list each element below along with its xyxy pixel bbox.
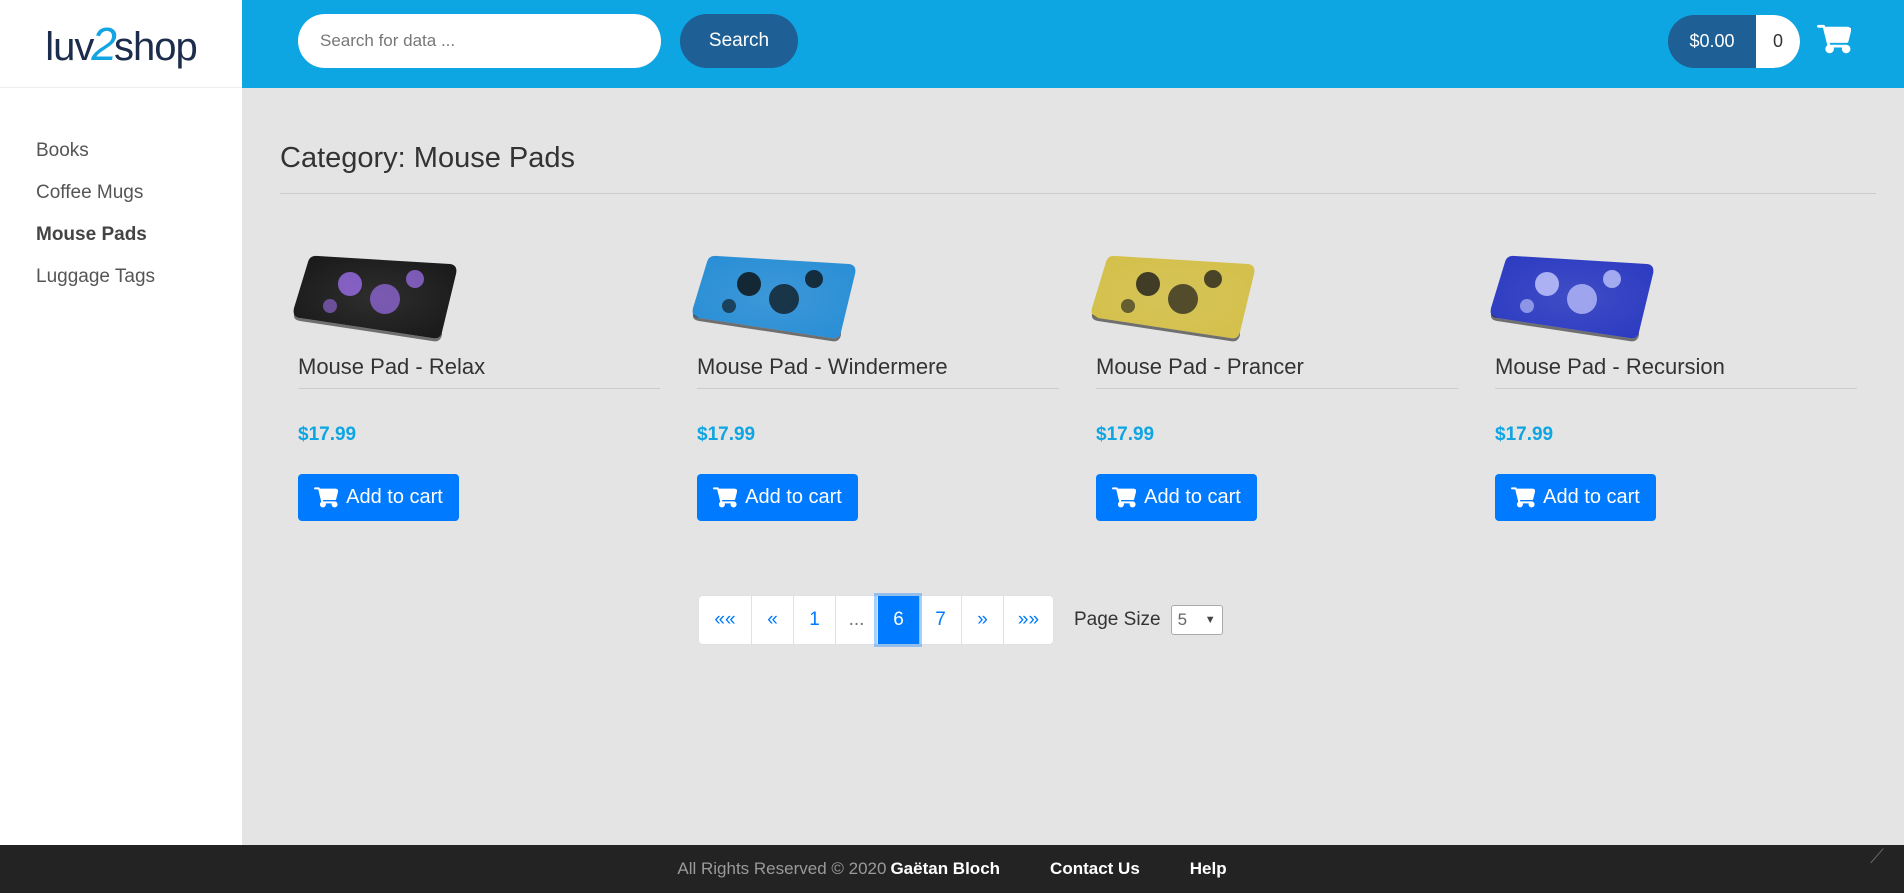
page-size-select[interactable]: 5 ▼ [1170,605,1223,635]
cart-icon [713,486,738,507]
cart-status[interactable]: $0.00 0 [1668,15,1800,68]
page-title: Category: Mouse Pads [280,142,1876,194]
cart-icon [1112,486,1137,507]
cart-total: $0.00 [1668,15,1756,68]
product-name[interactable]: Mouse Pad - Prancer [1096,354,1458,389]
add-to-cart-button[interactable]: Add to cart [697,474,858,521]
page-7[interactable]: 7 [919,596,961,644]
product-image[interactable] [689,234,859,344]
page-prev[interactable]: « [751,596,793,644]
footer: All Rights Reserved © 2020 Gaëtan Bloch … [0,845,1904,893]
sidebar-item-mouse-pads[interactable]: Mouse Pads [36,224,242,266]
main-content: Category: Mouse Pads Mouse Pad - Relax $… [280,88,1876,534]
footer-contact-link[interactable]: Contact Us [1050,859,1140,879]
sidebar-item-books[interactable]: Books [36,140,242,182]
product-price: $17.99 [298,424,357,445]
page-1[interactable]: 1 [793,596,835,644]
product-price: $17.99 [1096,424,1155,445]
page-size-label: Page Size [1074,609,1161,630]
product-name[interactable]: Mouse Pad - Windermere [697,354,1059,389]
shopping-cart-icon[interactable] [1817,24,1851,56]
product-image[interactable] [290,234,460,344]
add-to-cart-label: Add to cart [1543,486,1640,508]
resize-handle-icon: ⟋ [1870,846,1884,868]
pagination-row: «« «1... 6 7»»» Page Size 5 ▼ [698,595,1223,645]
product-price: $17.99 [1495,424,1554,445]
cart-icon [1511,486,1536,507]
footer-copyright: All Rights Reserved © 2020 [677,859,887,878]
page-6[interactable]: 6 [877,596,919,644]
sidebar: luv 2 shop Books Coffee Mugs Mouse Pads Lugga… [0,0,242,845]
add-to-cart-button[interactable]: Add to cart [298,474,459,521]
search-button[interactable]: Search [680,14,798,68]
footer-help-link[interactable]: Help [1190,859,1227,879]
page-size-value: 5 [1177,610,1188,629]
add-to-cart-label: Add to cart [745,486,842,508]
dropdown-arrow-icon: ▼ [1204,614,1216,626]
page-next[interactable]: » [961,596,1003,644]
header: Search $0.00 0 [242,0,1904,88]
pagination: «« «1... 6 7»»» [698,595,1054,645]
logo-text-two: 2 [91,17,117,70]
add-to-cart-label: Add to cart [346,486,443,508]
add-to-cart-button[interactable]: Add to cart [1495,474,1656,521]
product-image[interactable] [1088,234,1258,344]
logo-text-right: shop [113,24,198,69]
footer-author: Gaëtan Bloch [890,859,1001,878]
search-input[interactable] [298,14,661,68]
add-to-cart-label: Add to cart [1144,486,1241,508]
product-image[interactable] [1487,234,1657,344]
cart-quantity: 0 [1756,15,1800,68]
sidebar-item-luggage-tags[interactable]: Luggage Tags [36,266,242,308]
product-price: $17.99 [697,424,756,445]
product-name[interactable]: Mouse Pad - Recursion [1495,354,1857,389]
product-grid: Mouse Pad - Relax $17.99 Add to cart Mou… [280,194,1876,534]
page-last[interactable]: »» [1003,596,1053,644]
page-first[interactable]: «« [699,596,751,644]
logo-text-left: luv [45,24,94,69]
page-ellipsis: ... [835,596,877,644]
category-menu: Books Coffee Mugs Mouse Pads Luggage Tags [0,88,242,308]
product-name[interactable]: Mouse Pad - Relax [298,354,660,389]
cart-icon [314,486,339,507]
sidebar-item-coffee-mugs[interactable]: Coffee Mugs [36,182,242,224]
add-to-cart-button[interactable]: Add to cart [1096,474,1257,521]
logo[interactable]: luv 2 shop [0,0,242,88]
